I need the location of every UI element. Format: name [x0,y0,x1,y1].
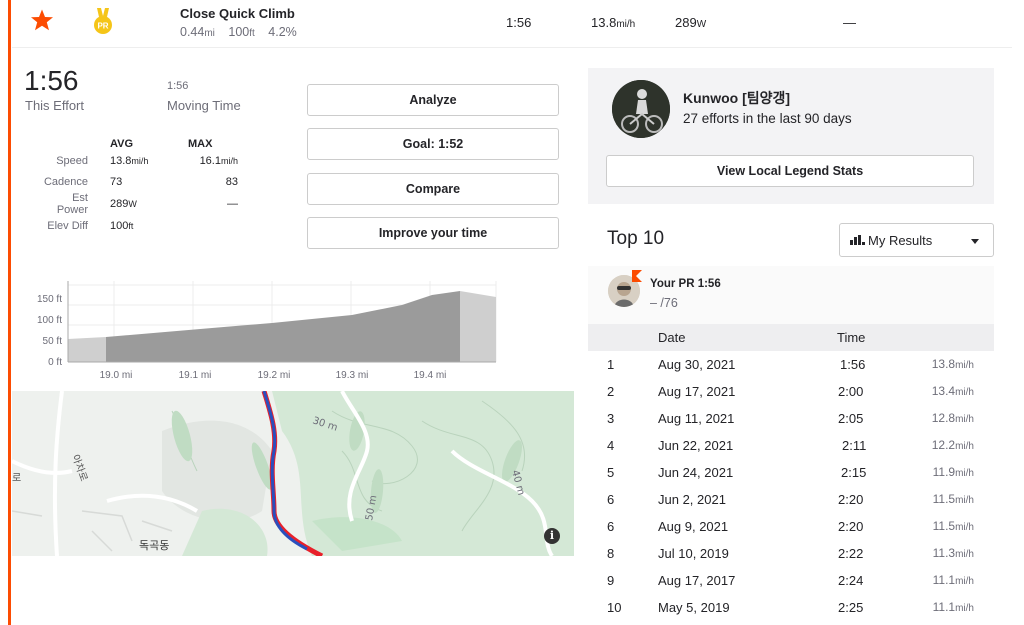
segment-speed: 13.8mi/h [591,15,636,30]
chevron-down-icon [971,239,979,244]
goal-button[interactable]: Goal: 1:52 [307,128,559,160]
legend-avatar[interactable] [612,80,670,138]
analyze-button[interactable]: Analyze [307,84,559,116]
map-info-icon[interactable]: i [544,528,560,544]
effort-time-label: This Effort [25,98,85,113]
segment-map[interactable]: 30 m 40 m 50 m 독곡동 아차로 로 i [12,391,574,556]
segment-grade: 4.2% [268,25,297,39]
table-row[interactable]: 8 Jul 10, 2019 2:22 11.3mi/h [588,540,994,567]
moving-time-label: Moving Time [167,98,241,113]
table-row[interactable]: 1 Aug 30, 2021 1:56 13.8mi/h [588,351,994,378]
stat-row-speed: Speed 13.8mi/h 16.1mi/h [56,155,238,168]
table-row[interactable]: 5 Jun 24, 2021 2:15 11.9mi/h [588,459,994,486]
table-row[interactable]: 10 May 5, 2019 2:25 11.1mi/h [588,594,994,621]
table-row[interactable]: 4 Jun 22, 2021 2:11 12.2mi/h [588,432,994,459]
top10-title: Top 10 [607,228,665,249]
effort-stats-table: AVG MAX Speed 13.8mi/h 16.1mi/h Cadence … [40,137,238,237]
elevation-area-pre [68,337,106,362]
leaderboard-header: Date Time [588,324,994,351]
map-label: 독곡동 [139,539,169,552]
elevation-area-post [460,291,496,362]
star-icon[interactable] [30,8,54,32]
y-tick: 150 ft [37,294,62,305]
segment-power: 289W [675,15,707,30]
segment-distance: 0.44mi [180,25,215,39]
stat-row-cadence: Cadence 73 83 [43,175,238,188]
elevation-chart[interactable]: 150 ft 100 ft 50 ft 0 ft 19.0 mi 19.1 mi… [12,275,502,385]
y-tick: 50 ft [43,336,63,347]
pr-medal-icon: PR [94,8,112,34]
stat-row-power: Est Power 289W — [56,192,238,216]
segment-stats: 0.44mi 100ft 4.2% [180,25,307,39]
segment-row[interactable]: PR Close Quick Climb 0.44mi 100ft 4.2% 1… [12,0,1012,48]
pr-label: Your PR 1:56 [650,278,721,290]
max-header: MAX [188,138,213,150]
results-filter-select[interactable]: My Results [839,223,994,257]
compare-button[interactable]: Compare [307,173,559,205]
local-legend-card: Kunwoo [팀양갱] 27 efforts in the last 90 d… [588,68,994,204]
avg-header: AVG [110,138,134,150]
improve-time-button[interactable]: Improve your time [307,217,559,249]
accent-bar [0,0,11,625]
pr-flag-icon [632,270,642,282]
table-row[interactable]: 9 Aug 17, 2017 2:24 11.1mi/h [588,567,994,594]
stat-row-elev: Elev Diff 100ft [47,220,134,233]
segment-elevation: 100ft [228,25,255,39]
your-pr-row: Your PR 1:56 – /76 [588,266,994,324]
legend-efforts: 27 efforts in the last 90 days [683,111,852,126]
legend-name[interactable]: Kunwoo [팀양갱] [683,88,790,108]
map-canvas[interactable]: 30 m 40 m 50 m 독곡동 아차로 로 [12,391,574,556]
effort-time: 1:56 [24,65,79,96]
bar-chart-icon [850,235,865,245]
map-label: 로 [12,473,21,484]
results-filter-value: My Results [868,232,933,248]
view-local-legend-button[interactable]: View Local Legend Stats [606,155,974,187]
time-header: Time [837,330,866,345]
y-tick: 100 ft [37,315,62,326]
segment-hr: — [843,15,856,30]
segment-time: 1:56 [506,15,532,30]
table-row[interactable]: 2 Aug 17, 2021 2:00 13.4mi/h [588,378,994,405]
y-tick: 0 ft [48,357,62,368]
pr-badge-text: PR [97,22,108,31]
elevation-area-effort [106,291,460,362]
x-tick: 19.4 mi [414,370,447,381]
x-tick: 19.0 mi [100,370,133,381]
x-tick: 19.3 mi [336,370,369,381]
pr-rank: – /76 [650,296,678,310]
x-tick: 19.2 mi [258,370,291,381]
table-row[interactable]: 6 Aug 9, 2021 2:20 11.5mi/h [588,513,994,540]
date-header: Date [658,330,686,345]
x-tick: 19.1 mi [179,370,212,381]
moving-time-value: 1:56 [167,80,189,92]
segment-name[interactable]: Close Quick Climb [180,6,295,21]
table-row[interactable]: 3 Aug 11, 2021 2:05 12.8mi/h [588,405,994,432]
table-row[interactable]: 6 Jun 2, 2021 2:20 11.5mi/h [588,486,994,513]
